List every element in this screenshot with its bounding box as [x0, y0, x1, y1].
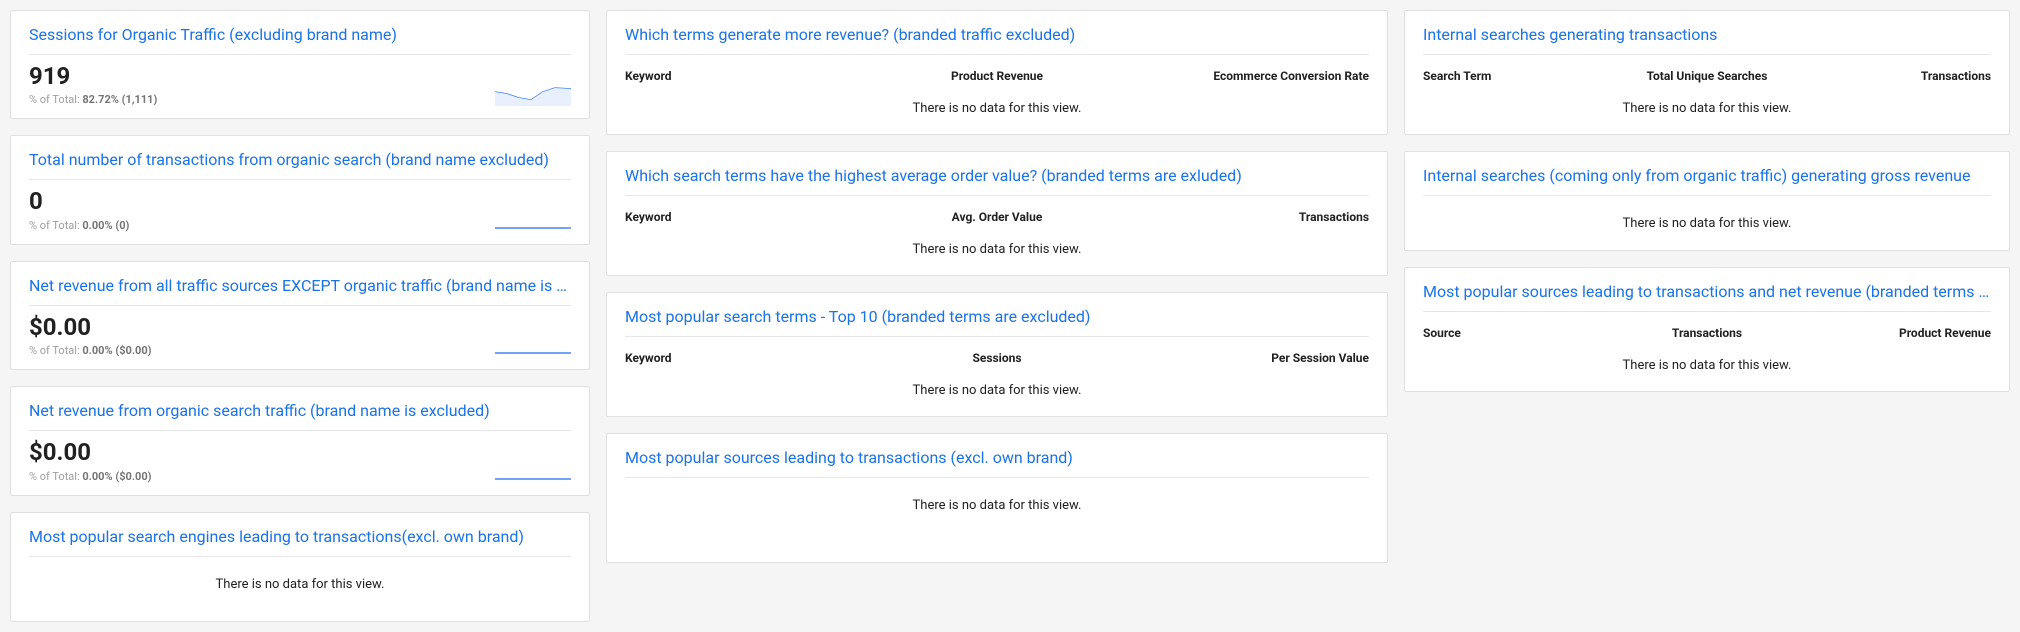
card-internal-searches-gross-revenue: Internal searches (coming only from orga…	[1404, 151, 2010, 251]
card-title[interactable]: Net revenue from organic search traffic …	[29, 401, 571, 431]
column-header[interactable]: Total Unique Searches	[1612, 69, 1801, 83]
column-header[interactable]: Product Revenue	[1802, 326, 1991, 340]
card-title[interactable]: Internal searches (coming only from orga…	[1423, 166, 1991, 196]
card-title[interactable]: Most popular sources leading to transact…	[1423, 282, 1991, 312]
card-revenue-terms: Which terms generate more revenue? (bran…	[606, 10, 1388, 135]
card-sources-transactions: Most popular sources leading to transact…	[606, 433, 1388, 563]
column-header[interactable]: Product Revenue	[873, 69, 1121, 83]
column-header[interactable]: Ecommerce Conversion Rate	[1121, 69, 1369, 83]
no-data-message: There is no data for this view.	[625, 230, 1369, 263]
sparkline-chart	[495, 457, 571, 483]
column-header[interactable]: Search Term	[1423, 69, 1612, 83]
metric-value: 919	[29, 63, 495, 89]
card-search-engines-transactions: Most popular search engines leading to t…	[10, 512, 590, 622]
table-header: Keyword Product Revenue Ecommerce Conver…	[625, 63, 1369, 89]
metric-value: $0.00	[29, 439, 495, 465]
card-title[interactable]: Total number of transactions from organi…	[29, 150, 571, 180]
metric-subtext: % of Total: 82.72% (1,111)	[29, 93, 495, 106]
card-net-revenue-organic: Net revenue from organic search traffic …	[10, 386, 590, 495]
table-header: Search Term Total Unique Searches Transa…	[1423, 63, 1991, 89]
card-title[interactable]: Most popular sources leading to transact…	[625, 448, 1369, 478]
card-title[interactable]: Most popular search engines leading to t…	[29, 527, 571, 557]
card-avg-order-value: Which search terms have the highest aver…	[606, 151, 1388, 276]
no-data-message: There is no data for this view.	[625, 89, 1369, 122]
column-right: Internal searches generating transaction…	[1404, 10, 2010, 392]
column-middle: Which terms generate more revenue? (bran…	[606, 10, 1388, 563]
card-internal-searches-transactions: Internal searches generating transaction…	[1404, 10, 2010, 135]
column-header[interactable]: Source	[1423, 326, 1612, 340]
dashboard: Sessions for Organic Traffic (excluding …	[10, 10, 2010, 622]
column-header[interactable]: Transactions	[1121, 210, 1369, 224]
column-header[interactable]: Keyword	[625, 351, 873, 365]
sparkline-chart	[495, 206, 571, 232]
card-top10-search-terms: Most popular search terms - Top 10 (bran…	[606, 292, 1388, 417]
sparkline-chart	[495, 80, 571, 106]
column-header[interactable]: Avg. Order Value	[873, 210, 1121, 224]
card-sessions-organic: Sessions for Organic Traffic (excluding …	[10, 10, 590, 119]
no-data-message: There is no data for this view.	[1423, 204, 1991, 237]
column-header[interactable]: Per Session Value	[1121, 351, 1369, 365]
metric-subtext: % of Total: 0.00% (0)	[29, 219, 495, 232]
metric-value: $0.00	[29, 314, 495, 340]
card-title[interactable]: Sessions for Organic Traffic (excluding …	[29, 25, 571, 55]
table-header: Source Transactions Product Revenue	[1423, 320, 1991, 346]
card-title[interactable]: Internal searches generating transaction…	[1423, 25, 1991, 55]
card-title[interactable]: Which terms generate more revenue? (bran…	[625, 25, 1369, 55]
column-header[interactable]: Keyword	[625, 69, 873, 83]
sparkline-chart	[495, 331, 571, 357]
card-title[interactable]: Net revenue from all traffic sources EXC…	[29, 276, 571, 306]
no-data-message: There is no data for this view.	[625, 371, 1369, 404]
no-data-message: There is no data for this view.	[625, 486, 1369, 519]
card-title[interactable]: Which search terms have the highest aver…	[625, 166, 1369, 196]
column-header[interactable]: Sessions	[873, 351, 1121, 365]
no-data-message: There is no data for this view.	[29, 565, 571, 598]
no-data-message: There is no data for this view.	[1423, 89, 1991, 122]
column-header[interactable]: Transactions	[1612, 326, 1801, 340]
card-sources-net-revenue: Most popular sources leading to transact…	[1404, 267, 2010, 392]
card-net-revenue-except-organic: Net revenue from all traffic sources EXC…	[10, 261, 590, 370]
no-data-message: There is no data for this view.	[1423, 346, 1991, 379]
table-header: Keyword Sessions Per Session Value	[625, 345, 1369, 371]
column-header[interactable]: Keyword	[625, 210, 873, 224]
column-left: Sessions for Organic Traffic (excluding …	[10, 10, 590, 622]
column-header[interactable]: Transactions	[1802, 69, 1991, 83]
table-header: Keyword Avg. Order Value Transactions	[625, 204, 1369, 230]
metric-subtext: % of Total: 0.00% ($0.00)	[29, 470, 495, 483]
metric-value: 0	[29, 188, 495, 214]
metric-subtext: % of Total: 0.00% ($0.00)	[29, 344, 495, 357]
card-transactions-organic: Total number of transactions from organi…	[10, 135, 590, 244]
card-title[interactable]: Most popular search terms - Top 10 (bran…	[625, 307, 1369, 337]
